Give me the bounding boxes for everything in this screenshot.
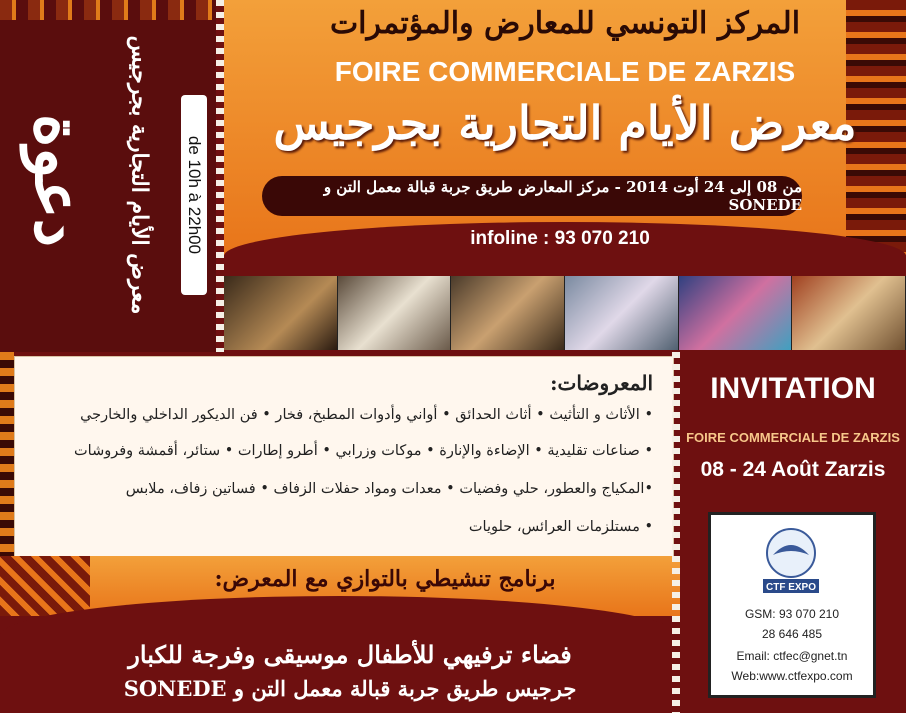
contact-box: CTF EXPO GSM: 93 070 210 28 646 485 Emai… bbox=[708, 512, 876, 698]
ctf-expo-logo: CTF EXPO bbox=[751, 525, 831, 595]
footer-line-2: جرجيس طريق جربة قبالة معمل التن و SONEDE bbox=[123, 676, 577, 701]
fair-title-french: FOIRE COMMERCIALE DE ZARZIS bbox=[334, 56, 796, 87]
band-decoration bbox=[0, 556, 90, 616]
photo-dresses bbox=[678, 276, 793, 350]
photo-frames bbox=[451, 276, 566, 350]
photo-strip bbox=[224, 276, 906, 350]
organizer-arabic: المركز التونسي للمعارض والمؤتمرات bbox=[329, 6, 801, 41]
stub-title: دعوة bbox=[20, 113, 96, 247]
invitation-card: دعوة معرض الأيام التجارية بجرجيس de 10h … bbox=[0, 0, 906, 713]
exhibits-line: • الأثاث و التأثيث • أثاث الحدائق • أوان… bbox=[80, 407, 653, 423]
invitation-subtitle: FOIRE COMMERCIALE DE ZARZIS bbox=[686, 430, 900, 445]
svg-text:CTF EXPO: CTF EXPO bbox=[766, 582, 816, 593]
photo-living-room bbox=[337, 276, 452, 350]
infoline: infoline : 93 070 210 bbox=[470, 228, 650, 249]
invitation-date: 08 - 24 Août Zarzis bbox=[700, 458, 886, 481]
gsm-number-2: 28 646 485 bbox=[761, 627, 823, 641]
invitation-title: INVITATION bbox=[710, 372, 876, 405]
exhibits-title: المعروضات: bbox=[550, 371, 653, 395]
program-title: برنامج تنشيطي بالتوازي مع المعرض: bbox=[214, 566, 556, 592]
email: Email: ctfec@gnet.tn bbox=[736, 649, 848, 663]
opening-hours: de 10h à 22h00 bbox=[181, 95, 207, 295]
footer-line-1: فضاء ترفيهي للأطفال موسيقى وفرجة للكبار bbox=[128, 640, 572, 669]
photo-furniture bbox=[224, 276, 338, 350]
exhibits-line: •المكياج والعطور، حلي وفضيات • معدات ومو… bbox=[125, 481, 653, 497]
perforation-line bbox=[216, 0, 224, 352]
photo-linens bbox=[565, 276, 679, 350]
stub-decoration bbox=[0, 0, 216, 20]
exhibits-line: • صناعات تقليدية • الإضاءة والإنارة • مو… bbox=[74, 443, 653, 459]
stub-subtitle: معرض الأيام التجارية بجرجيس bbox=[126, 35, 152, 315]
dates-location: من 08 إلى 24 أوت 2014 - مركز المعارض طري… bbox=[262, 176, 802, 216]
website: Web:www.ctfexpo.com bbox=[731, 669, 853, 683]
exhibits-line: • مستلزمات العرائس، حلويات bbox=[468, 519, 653, 535]
photo-pottery bbox=[792, 276, 906, 350]
invitation-perforation bbox=[672, 352, 680, 713]
exhibits-panel: المعروضات: • الأثاث و التأثيث • أثاث الح… bbox=[14, 356, 674, 558]
fair-title-arabic: معرض الأيام التجارية بجرجيس bbox=[273, 96, 857, 150]
gsm-number: GSM: 93 070 210 bbox=[744, 607, 840, 621]
